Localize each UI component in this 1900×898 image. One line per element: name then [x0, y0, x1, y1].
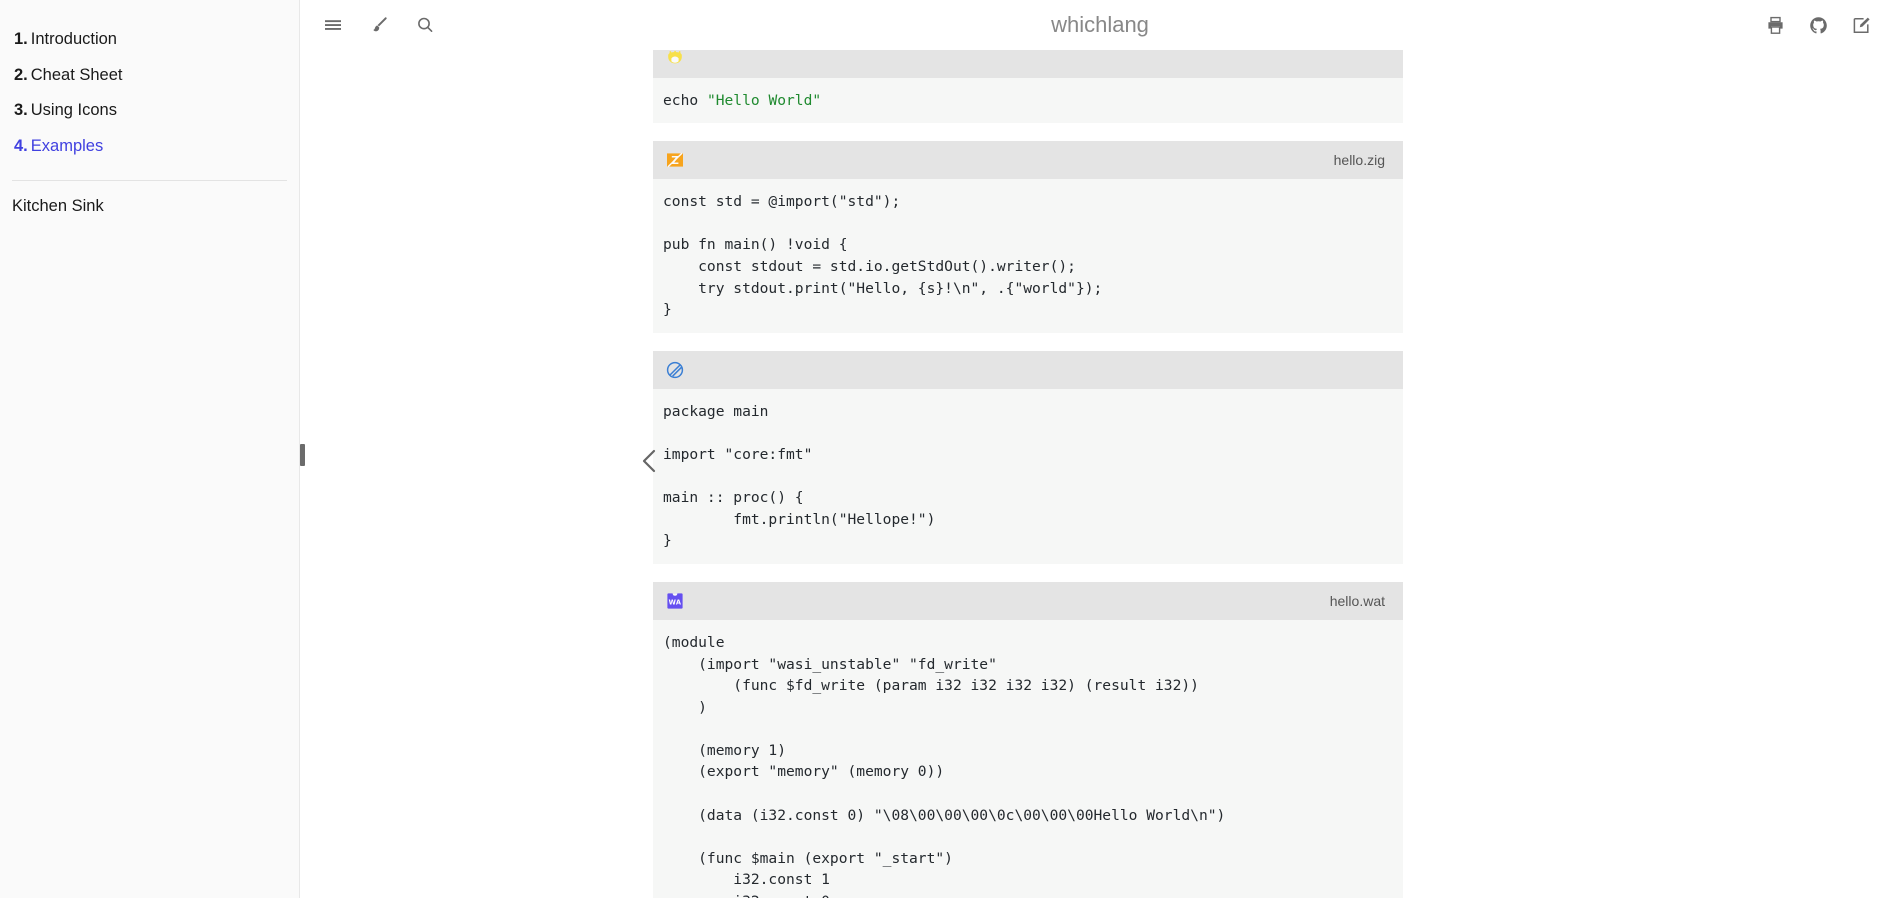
sidebar-resize-handle[interactable] [300, 444, 305, 466]
github-icon [1808, 15, 1829, 36]
sidebar-item-introduction[interactable]: 1. Introduction [0, 22, 299, 58]
code-string: "Hello World" [706, 91, 822, 109]
print-button[interactable] [1762, 12, 1788, 38]
code-block-bash: echo "Hello World" [653, 39, 1403, 124]
edit-pencil-icon [1851, 15, 1872, 36]
chapter-label: Introduction [30, 30, 117, 48]
code-block-zig: Z hello.zig const std = @import("std"); … [653, 141, 1403, 333]
chapter-number: 2. [14, 65, 28, 84]
code-header-wat: WA hello.wat [653, 581, 1403, 620]
zig-icon: Z [665, 150, 685, 170]
sidebar-item-cheat-sheet[interactable]: 2. Cheat Sheet [0, 58, 299, 94]
chapter-label: Cheat Sheet [30, 65, 123, 84]
theme-toggle-button[interactable] [366, 12, 392, 38]
sidebar-item-using-icons[interactable]: 3. Using Icons [0, 93, 299, 129]
page-content: print("Hello World") [653, 0, 1403, 898]
bash-icon [665, 49, 685, 69]
sidebar-link-examples[interactable]: 4. Examples [14, 137, 103, 155]
sidebar-link-using-icons[interactable]: 3. Using Icons [14, 101, 117, 119]
code-body-wat[interactable]: (module (import "wasi_unstable" "fd_writ… [653, 619, 1403, 898]
sidebar-link-cheat-sheet[interactable]: 2. Cheat Sheet [14, 66, 123, 84]
code-header-odin [653, 350, 1403, 389]
sidebar-item-examples[interactable]: 4. Examples [0, 129, 299, 165]
chapter-number: 4. [14, 136, 28, 155]
code-body-odin[interactable]: package main import "core:fmt" main :: p… [653, 388, 1403, 564]
sidebar-item-kitchen-sink[interactable]: Kitchen Sink [0, 181, 299, 216]
printer-icon [1765, 15, 1786, 36]
chapter-list: 1. Introduction 2. Cheat Sheet 3. Using Ico… [0, 22, 299, 164]
chapter-number: 1. [14, 30, 28, 48]
paintbrush-icon [368, 14, 390, 36]
code-line: echo "Hello World" [663, 91, 822, 109]
code-filename-zig: hello.zig [1333, 152, 1385, 169]
chapter-label: Using Icons [30, 101, 117, 120]
chapter-number: 3. [14, 101, 28, 120]
sidebar-link-introduction[interactable]: 1. Introduction [14, 30, 117, 48]
code-block-wat: WA hello.wat (module (import "wasi_unsta… [653, 581, 1403, 898]
search-icon [414, 14, 436, 36]
code-body-bash[interactable]: echo "Hello World" [653, 77, 1403, 124]
menu-bar-left-group [300, 12, 438, 38]
main-content-area: print("Hello World") [300, 0, 1900, 898]
code-header-zig: Z hello.zig [653, 141, 1403, 180]
odin-icon [665, 360, 685, 380]
sidebar-table-of-contents: 1. Introduction 2. Cheat Sheet 3. Using Ico… [0, 0, 300, 898]
code-body-zig[interactable]: const std = @import("std"); pub fn main(… [653, 179, 1403, 333]
hamburger-icon [322, 14, 344, 36]
code-filename-wat: hello.wat [1329, 592, 1385, 609]
page-title: whichlang [1051, 12, 1149, 37]
search-toggle-button[interactable] [412, 12, 438, 38]
sidebar-link-kitchen-sink[interactable]: Kitchen Sink [12, 197, 104, 215]
menu-bar: whichlang [300, 0, 1900, 50]
sidebar-toggle-button[interactable] [320, 12, 346, 38]
webassembly-icon: WA [665, 591, 685, 611]
menu-bar-right-group [1762, 12, 1900, 38]
previous-chapter-button[interactable] [630, 443, 670, 483]
code-block-odin: package main import "core:fmt" main :: p… [653, 350, 1403, 564]
edit-link[interactable] [1848, 12, 1874, 38]
content-scroll-region[interactable]: print("Hello World") [300, 0, 1900, 898]
svg-text:WA: WA [669, 598, 682, 606]
app-root: 1. Introduction 2. Cheat Sheet 3. Using Ico… [0, 0, 1900, 898]
chapter-label: Examples [30, 136, 104, 155]
repository-link[interactable] [1805, 12, 1831, 38]
chevron-left-icon [637, 446, 663, 481]
